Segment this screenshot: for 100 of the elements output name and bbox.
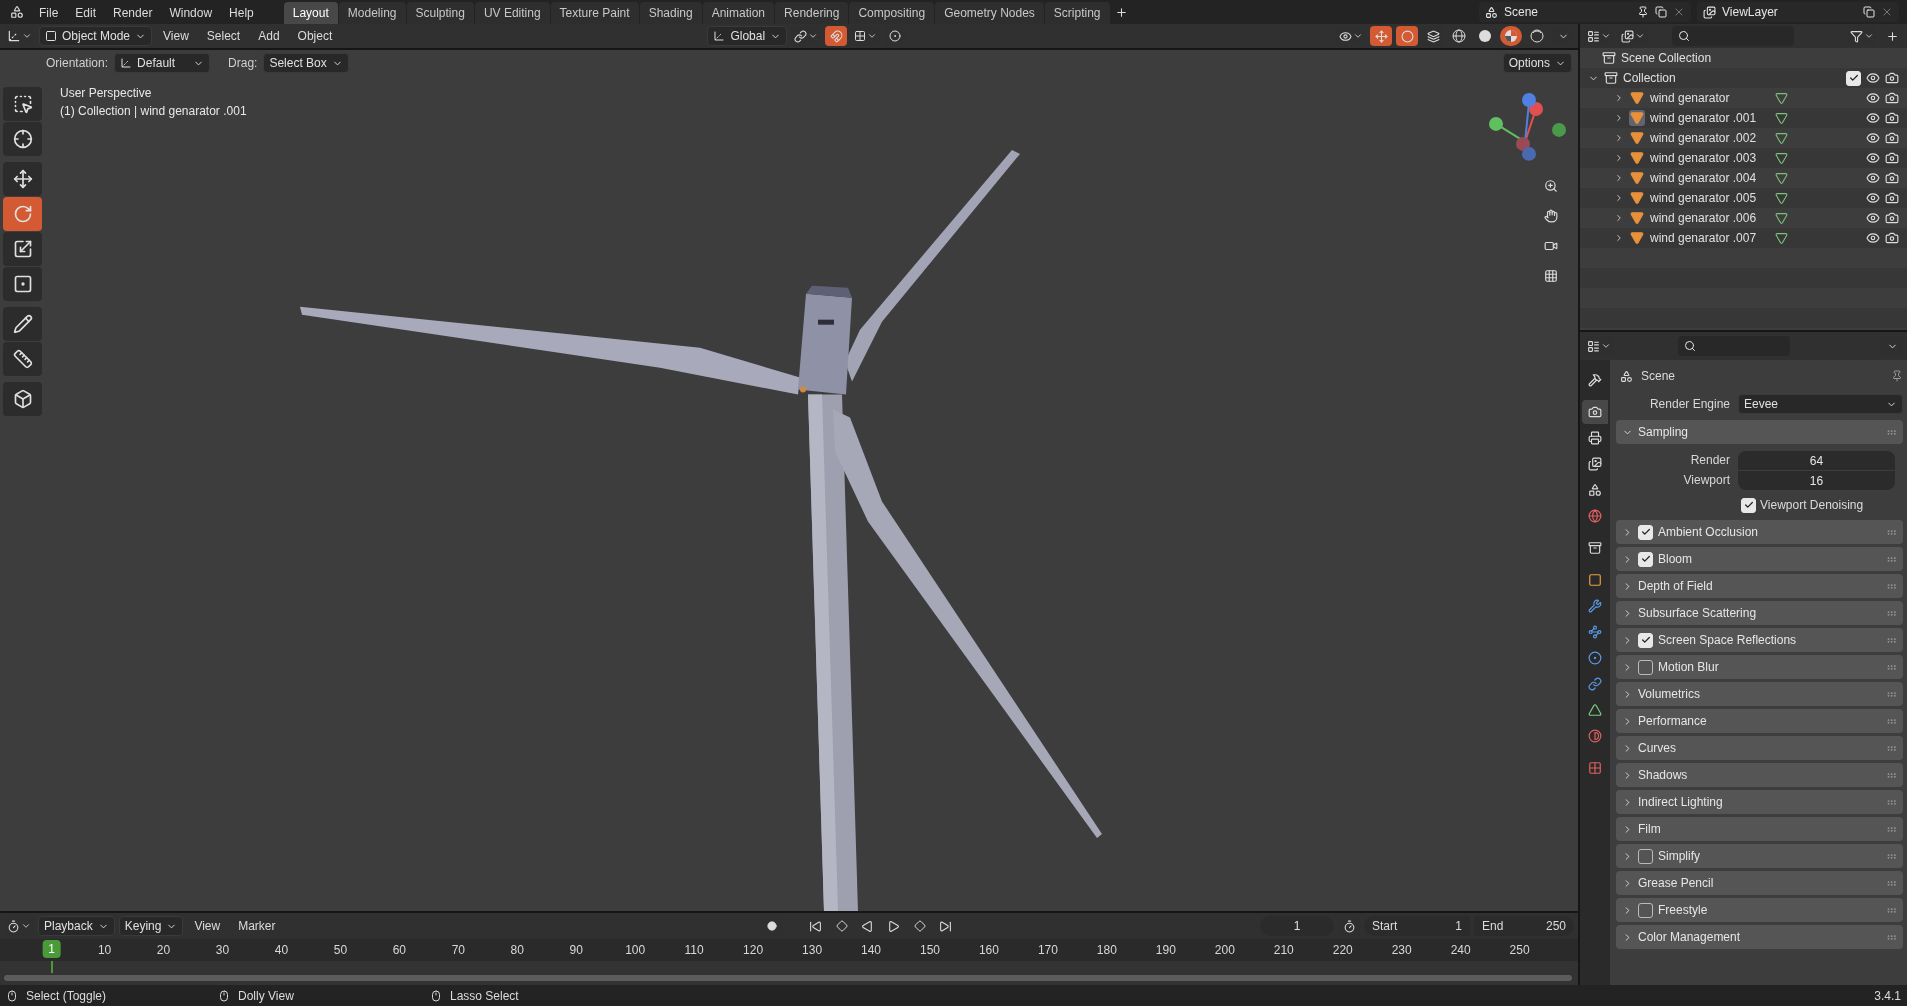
eye-icon[interactable] [1866, 111, 1880, 125]
object-icon[interactable] [1629, 90, 1645, 106]
menu-dropdown[interactable]: Playback [38, 916, 115, 936]
view-layer-selector[interactable]: ViewLayer [1697, 2, 1899, 22]
number-field[interactable]: 16 [1738, 471, 1895, 490]
outliner-item[interactable]: wind genarator .003 [1650, 151, 1770, 165]
outliner-item[interactable]: wind genarator .006 [1650, 211, 1770, 225]
panel-header[interactable]: Ambient Occlusion [1616, 520, 1903, 544]
menu-item[interactable]: Marker [231, 919, 283, 933]
panel-header[interactable]: Bloom [1616, 547, 1903, 571]
menu-item[interactable]: Window [161, 2, 221, 24]
material-shading-button[interactable] [1500, 26, 1522, 46]
start-frame-field[interactable]: Start 1 [1364, 916, 1470, 936]
workspace-tab[interactable]: Rendering [775, 2, 849, 24]
pin-icon[interactable] [1637, 6, 1649, 18]
orientation-dropdown[interactable]: Default [114, 53, 211, 73]
eye-icon[interactable] [1866, 191, 1880, 205]
camera-icon[interactable] [1885, 231, 1899, 245]
search-field[interactable] [1672, 26, 1794, 46]
gizmo-button[interactable] [1370, 26, 1392, 46]
panel-header[interactable]: Film [1616, 817, 1903, 841]
copy-icon[interactable] [1655, 6, 1667, 18]
scrollbar[interactable] [4, 975, 1572, 981]
workspace-tab[interactable]: Scripting [1044, 2, 1110, 24]
workspace-tab[interactable]: Sculpting [406, 2, 474, 24]
options-dropdown[interactable]: Options [1502, 53, 1572, 73]
outliner-item[interactable]: wind genarator .004 [1650, 171, 1770, 185]
object-icon[interactable] [1629, 210, 1645, 226]
object-icon[interactable] [1629, 230, 1645, 246]
tool-button[interactable] [3, 267, 42, 301]
number-field[interactable]: 64 [1738, 451, 1895, 470]
panel-header[interactable]: Depth of Field [1616, 574, 1903, 598]
tool-button[interactable] [3, 382, 42, 416]
orientation-dropdown[interactable]: Global [707, 26, 788, 46]
eye-icon[interactable] [1866, 171, 1880, 185]
panel-header[interactable]: Grease Pencil [1616, 871, 1903, 895]
render-engine-dropdown[interactable]: Eevee [1738, 394, 1903, 414]
checkbox[interactable] [1638, 902, 1653, 918]
panel-header[interactable]: Curves [1616, 736, 1903, 760]
object-icon[interactable] [1629, 190, 1645, 206]
panel-header[interactable]: Color Management [1616, 925, 1903, 949]
close-icon[interactable] [1673, 6, 1685, 18]
camera-icon[interactable] [1885, 211, 1899, 225]
eye-icon[interactable] [1866, 71, 1880, 85]
menu-item[interactable]: File [31, 2, 67, 24]
checkbox[interactable] [1638, 848, 1653, 864]
tool-button[interactable] [3, 162, 42, 196]
tool-button[interactable] [3, 342, 42, 376]
camera-icon[interactable] [1885, 111, 1899, 125]
panel-header[interactable]: Subsurface Scattering [1616, 601, 1903, 625]
workspace-tab[interactable]: Geometry Nodes [935, 2, 1044, 24]
snap-button[interactable] [825, 26, 848, 46]
eye-icon[interactable] [1866, 131, 1880, 145]
workspace-tab[interactable]: Modeling [338, 2, 406, 24]
menu-item[interactable]: Add [251, 29, 287, 43]
outliner-item[interactable]: wind genarator .007 [1650, 231, 1770, 245]
copy-icon[interactable] [1863, 6, 1875, 18]
outliner-item[interactable]: wind genarator .002 [1650, 131, 1770, 145]
object-icon[interactable] [1629, 150, 1645, 166]
workspace-tab[interactable]: Texture Paint [550, 2, 639, 24]
camera-icon[interactable] [1885, 191, 1899, 205]
outliner-item[interactable]: wind genarator .001 [1650, 111, 1770, 125]
menu-item[interactable]: Help [221, 2, 262, 24]
eye-icon[interactable] [1866, 211, 1880, 225]
properties-tab[interactable] [1582, 400, 1608, 424]
overlays-button[interactable] [1396, 26, 1418, 46]
panel-header[interactable]: Volumetrics [1616, 682, 1903, 706]
current-frame-field[interactable]: 1 [1260, 916, 1334, 936]
object-icon[interactable] [1629, 110, 1645, 126]
outliner-item[interactable]: Scene Collection [1621, 51, 1712, 65]
axis-gizmo-drawing[interactable] [1489, 92, 1566, 161]
tool-button[interactable] [3, 307, 42, 341]
close-icon[interactable] [1881, 6, 1893, 18]
outliner-item[interactable]: Collection [1623, 71, 1676, 85]
menu-item[interactable]: Edit [67, 2, 105, 24]
eye-icon[interactable] [1866, 91, 1880, 105]
object-icon[interactable] [1629, 130, 1645, 146]
workspace-tab[interactable]: UV Editing [474, 2, 550, 24]
panel-header[interactable]: Motion Blur [1616, 655, 1903, 679]
panel-header[interactable]: Simplify [1616, 844, 1903, 868]
panel-header[interactable]: Shadows [1616, 763, 1903, 787]
mode-dropdown[interactable]: Object Mode [39, 26, 153, 46]
search-field[interactable] [1678, 336, 1790, 356]
panel-header[interactable]: Sampling [1616, 420, 1903, 444]
drag-dropdown[interactable]: Select Box [263, 53, 349, 73]
menu-item[interactable]: View [187, 919, 228, 933]
eye-icon[interactable] [1866, 151, 1880, 165]
tool-button[interactable] [3, 122, 42, 156]
workspace-tab[interactable]: Layout [283, 2, 338, 24]
end-frame-field[interactable]: End 250 [1474, 916, 1574, 936]
menu-item[interactable]: View [156, 29, 196, 43]
camera-icon[interactable] [1885, 91, 1899, 105]
eye-icon[interactable] [1866, 231, 1880, 245]
workspace-tab[interactable]: Shading [639, 2, 702, 24]
panel-header[interactable]: Freestyle [1616, 898, 1903, 922]
outliner-item[interactable]: wind genarator [1650, 91, 1770, 105]
tool-button[interactable] [3, 87, 42, 121]
workspace-tab[interactable]: Animation [702, 2, 775, 24]
menu-dropdown[interactable]: Keying [118, 916, 184, 936]
scene-selector[interactable]: Scene [1479, 2, 1691, 22]
